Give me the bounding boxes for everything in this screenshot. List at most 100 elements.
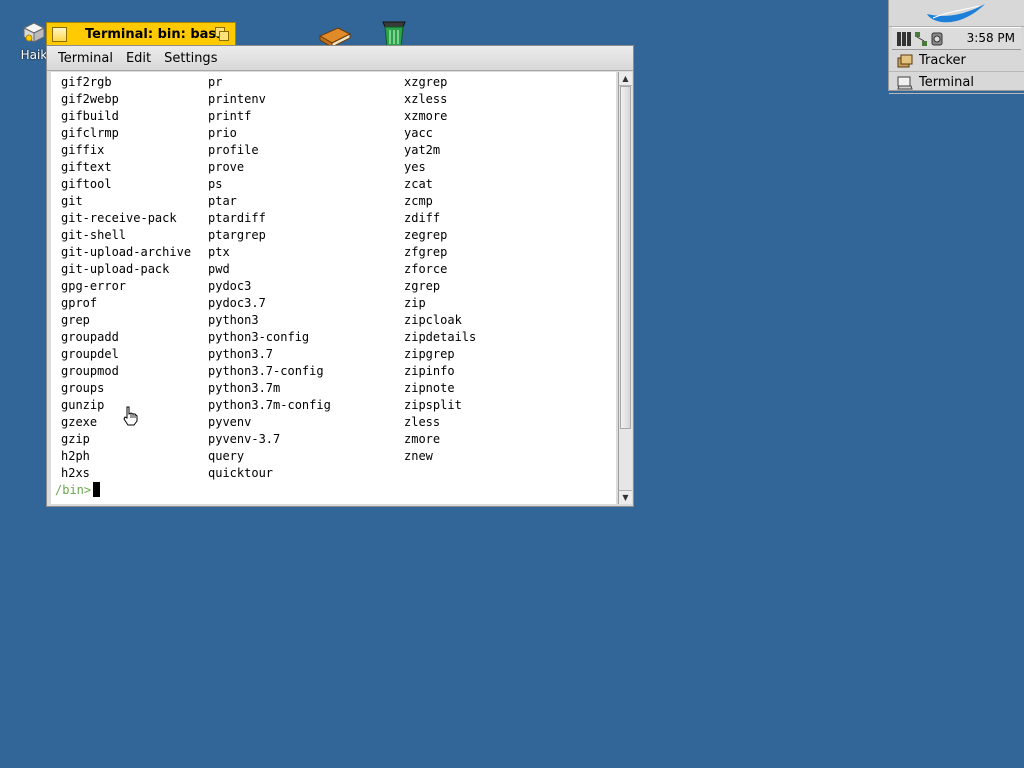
command-name: zdiff: [404, 211, 441, 225]
terminal-line: giftool ps zcat: [61, 176, 616, 193]
terminal-line: h2ph query znew: [61, 448, 616, 465]
terminal-line: gif2rgb pr xzgrep: [61, 74, 616, 91]
terminal-output[interactable]: h2xs quicktour h2ph query znew gzip pyvenv-3.7…: [51, 72, 616, 504]
command-name: gpg-error: [61, 279, 127, 293]
command-name: git: [61, 194, 83, 208]
command-name: printenv: [208, 92, 266, 106]
command-name: query: [208, 449, 245, 463]
command-name: gif2rgb: [61, 75, 112, 89]
text-cursor: [93, 482, 101, 497]
command-name: groupdel: [61, 347, 119, 361]
system-tray: 3:58 PM: [892, 27, 1021, 50]
command-name: python3.7: [208, 347, 274, 361]
command-name: pydoc3: [208, 279, 252, 293]
command-name: zfgrep: [404, 245, 448, 259]
terminal-line: grep python3 zipcloak: [61, 312, 616, 329]
network-icon[interactable]: [914, 31, 928, 47]
zoom-icon-front: [219, 31, 229, 41]
command-name: znew: [404, 449, 433, 463]
scroll-thumb[interactable]: [620, 86, 631, 429]
terminal-line: gpg-error pydoc3 zgrep: [61, 278, 616, 295]
command-name: pyvenv: [208, 415, 252, 429]
terminal-line: gifbuild printf xzmore: [61, 108, 616, 125]
command-name: gzexe: [61, 415, 98, 429]
command-name: gifbuild: [61, 109, 119, 123]
media-server-icon[interactable]: [930, 31, 944, 47]
command-name: ptar: [208, 194, 237, 208]
terminal-line: groups python3.7m zipnote: [61, 380, 616, 397]
command-name: python3: [208, 313, 259, 327]
command-name: zipsplit: [404, 398, 462, 412]
command-name: git-receive-pack: [61, 211, 177, 225]
command-name: zipcloak: [404, 313, 462, 327]
terminal-line: gzexe pyvenv zless: [61, 414, 616, 431]
command-name: printf: [208, 109, 252, 123]
command-name: zip: [404, 296, 426, 310]
terminal-line: git-receive-pack ptardiff zdiff: [61, 210, 616, 227]
desktop-icon-trash[interactable]: [378, 18, 410, 48]
command-name: zforce: [404, 262, 448, 276]
command-name: zcat: [404, 177, 433, 191]
command-name: gunzip: [61, 398, 105, 412]
cpu-monitor-icon[interactable]: [896, 31, 912, 47]
command-name: zegrep: [404, 228, 448, 242]
command-name: zipgrep: [404, 347, 455, 361]
shell-prompt: /bin>: [55, 483, 92, 497]
command-name: git-upload-pack: [61, 262, 170, 276]
command-name: ptargrep: [208, 228, 266, 242]
deskbar-logo[interactable]: [889, 0, 1024, 27]
command-name: zmore: [404, 432, 441, 446]
terminal-line: giftext prove yes: [61, 159, 616, 176]
terminal-line: git-shell ptargrep zegrep: [61, 227, 616, 244]
command-name: h2ph: [61, 449, 90, 463]
terminal-line: git ptar zcmp: [61, 193, 616, 210]
terminal-line: giffix profile yat2m: [61, 142, 616, 159]
menu-edit[interactable]: Edit: [120, 51, 157, 66]
terminal-line: groupmod python3.7-config zipinfo: [61, 363, 616, 380]
scroll-up-arrow-icon[interactable]: ▲: [619, 72, 632, 86]
command-name: git-upload-archive: [61, 245, 192, 259]
deskbar: 3:58 PM Tracker Terminal: [888, 0, 1024, 94]
menu-terminal[interactable]: Terminal: [52, 51, 119, 66]
command-name: python3.7-config: [208, 364, 324, 378]
command-name: pydoc3.7: [208, 296, 266, 310]
window-tab[interactable]: Terminal: bin: bash: [46, 22, 236, 45]
haiku-leaf-icon: [927, 4, 985, 23]
command-name: quicktour: [208, 466, 274, 480]
vertical-scrollbar[interactable]: ▲ ▼: [618, 72, 632, 504]
command-name: xzgrep: [404, 75, 448, 89]
command-name: pyvenv-3.7: [208, 432, 281, 446]
command-name: python3.7m: [208, 381, 281, 395]
prompt-line[interactable]: /bin>: [55, 482, 101, 499]
deskbar-clock[interactable]: 3:58 PM: [967, 31, 1015, 45]
deskbar-app-tracker[interactable]: Tracker: [889, 50, 1024, 72]
command-name: yacc: [404, 126, 433, 140]
menu-bar: Terminal Edit Settings: [47, 46, 633, 71]
command-name: gprof: [61, 296, 98, 310]
command-name: zipnote: [404, 381, 455, 395]
command-name: python3-config: [208, 330, 310, 344]
hand-pointer-icon: [123, 406, 138, 426]
command-name: ptardiff: [208, 211, 266, 225]
command-name: yes: [404, 160, 426, 174]
scroll-down-arrow-icon[interactable]: ▼: [619, 490, 632, 504]
command-name: gifclrmp: [61, 126, 119, 140]
trash-icon: [382, 21, 406, 48]
terminal-line: git-upload-archive ptx zfgrep: [61, 244, 616, 261]
command-name: prove: [208, 160, 245, 174]
close-button[interactable]: [52, 26, 67, 42]
deskbar-app-label: Terminal: [919, 75, 974, 90]
command-name: yat2m: [404, 143, 441, 157]
command-name: prio: [208, 126, 237, 140]
command-name: giffix: [61, 143, 105, 157]
command-name: groups: [61, 381, 105, 395]
zoom-button[interactable]: [215, 27, 229, 41]
command-name: git-shell: [61, 228, 127, 242]
command-name: giftext: [61, 160, 112, 174]
command-name: xzless: [404, 92, 448, 106]
command-name: python3.7m-config: [208, 398, 331, 412]
deskbar-app-terminal[interactable]: Terminal: [889, 72, 1024, 94]
terminal-line: git-upload-pack pwd zforce: [61, 261, 616, 278]
terminal-line: h2xs quicktour: [61, 465, 616, 482]
menu-settings[interactable]: Settings: [158, 51, 223, 66]
